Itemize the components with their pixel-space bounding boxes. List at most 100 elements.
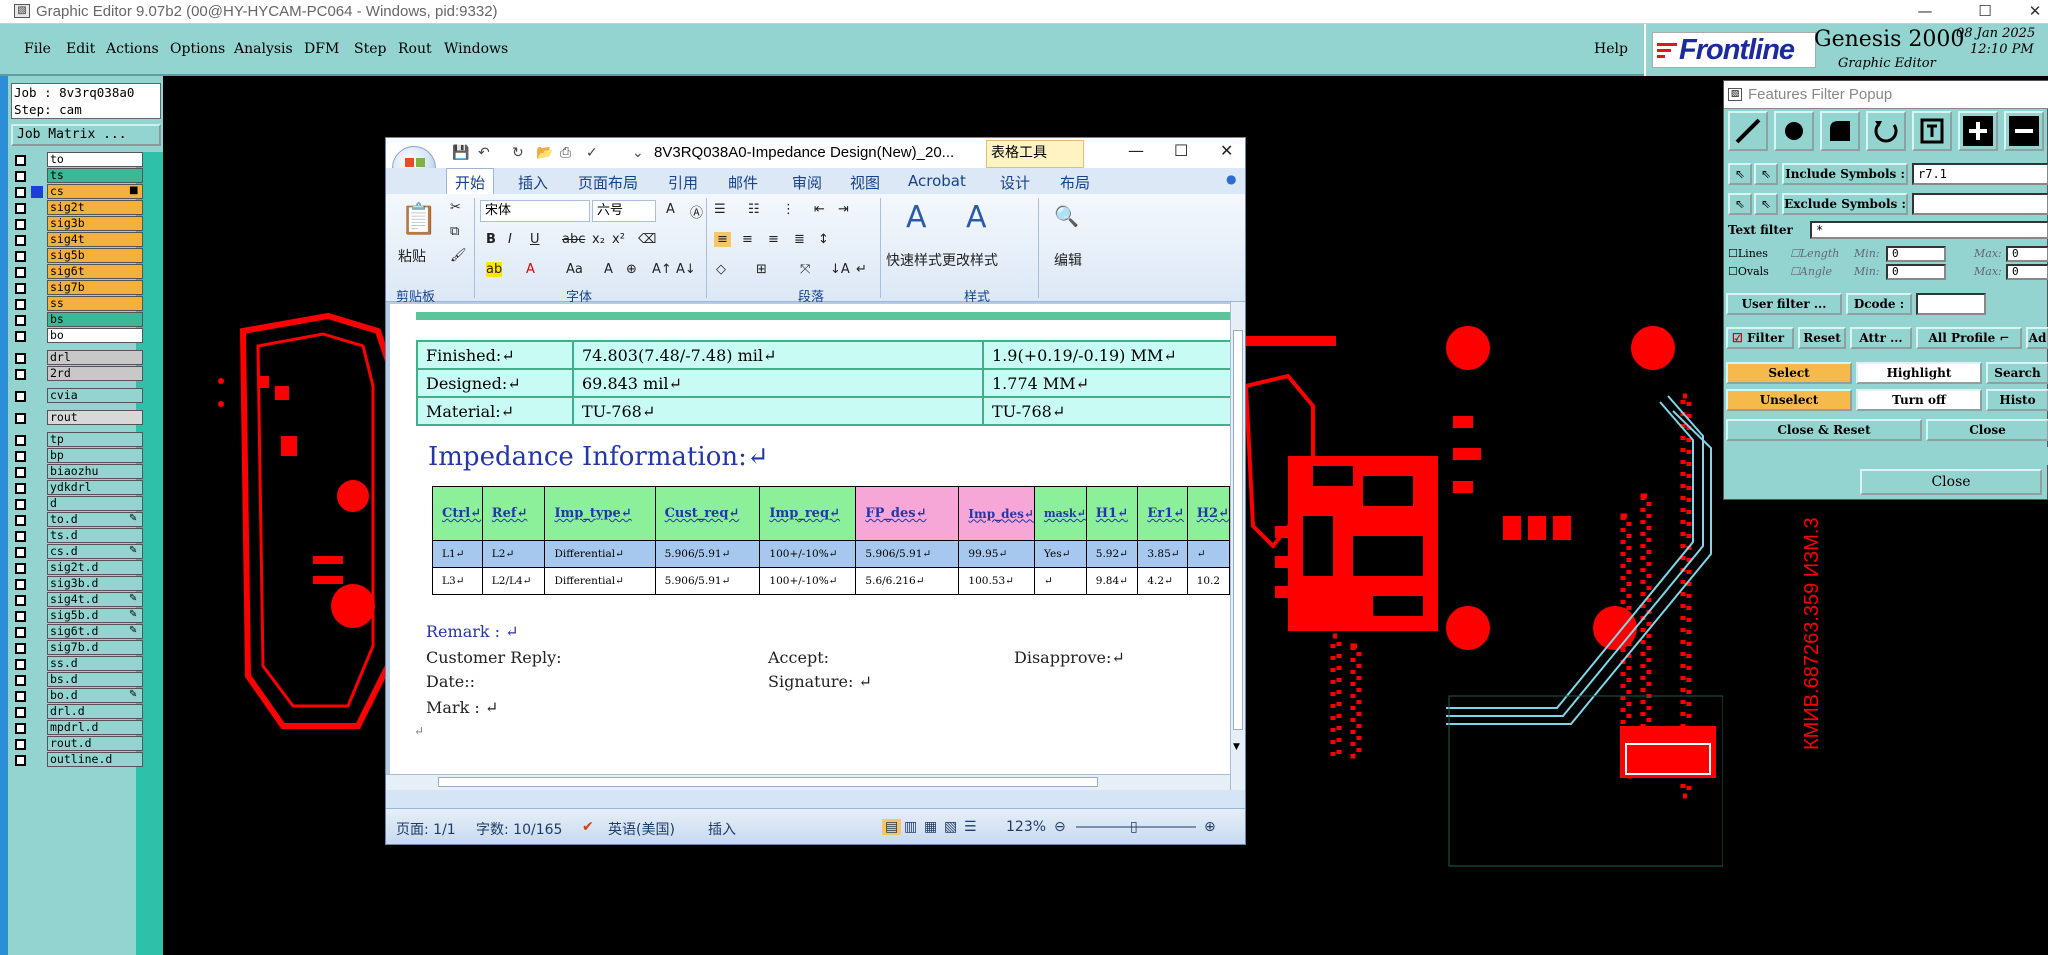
layer-row-sig5b.d[interactable]: sig5b.d ✎	[11, 608, 143, 624]
layer-checkbox[interactable]	[15, 483, 26, 494]
layer-row-cs[interactable]: cs ■	[11, 184, 143, 200]
arc-type-button[interactable]	[1866, 111, 1906, 151]
attr-button[interactable]: Attr ...	[1850, 327, 1912, 349]
layer-row-sig6t[interactable]: sig6t	[11, 264, 143, 280]
layer-name[interactable]: bs.d	[47, 672, 143, 687]
dcode-input[interactable]	[1916, 293, 1986, 315]
multilevel-list-icon[interactable]: ⋮	[782, 202, 795, 217]
zoom-in-icon[interactable]: ⊕	[1204, 819, 1216, 835]
layer-row-sig4t[interactable]: sig4t	[11, 232, 143, 248]
lines-checkbox[interactable]: ☐Lines	[1728, 247, 1768, 260]
surface-type-button[interactable]	[1820, 111, 1860, 151]
layer-checkbox[interactable]	[15, 563, 26, 574]
menu-help[interactable]: Help	[1594, 41, 1628, 57]
layer-row-sig7b.d[interactable]: sig7b.d	[11, 640, 143, 656]
exclude-pick-button[interactable]: ⇖	[1728, 193, 1752, 215]
layer-checkbox[interactable]	[15, 595, 26, 606]
show-marks-icon[interactable]: ↵	[856, 262, 867, 277]
help-icon[interactable]: ●	[1226, 172, 1236, 186]
spelling-icon[interactable]: ✓	[586, 145, 598, 161]
layer-row-ss.d[interactable]: ss.d	[11, 656, 143, 672]
layer-name[interactable]: rout.d	[47, 736, 143, 751]
close-button[interactable]: ✕	[2010, 0, 2048, 24]
angle-max-input[interactable]: 0	[2006, 264, 2048, 280]
align-center-button[interactable]: ≡	[742, 232, 753, 247]
layer-row-biaozhu[interactable]: biaozhu	[11, 464, 143, 480]
layer-checkbox[interactable]	[15, 755, 26, 766]
bold-button[interactable]: B	[486, 232, 496, 247]
layer-checkbox[interactable]	[15, 203, 26, 214]
menu-windows[interactable]: Windows	[444, 41, 508, 57]
layer-checkbox[interactable]	[15, 219, 26, 230]
layer-row-sig2t.d[interactable]: sig2t.d	[11, 560, 143, 576]
layer-row-rout.d[interactable]: rout.d	[11, 736, 143, 752]
layer-row-cs.d[interactable]: cs.d ✎	[11, 544, 143, 560]
superscript-button[interactable]: x²	[612, 232, 625, 247]
layer-checkbox[interactable]	[15, 413, 26, 424]
angle-checkbox[interactable]: ☐Angle	[1790, 265, 1832, 278]
increase-indent-icon[interactable]: ⇥	[838, 202, 849, 217]
layer-checkbox[interactable]	[15, 675, 26, 686]
layer-name[interactable]: ts	[47, 168, 143, 183]
line-type-button[interactable]	[1728, 111, 1768, 151]
layer-row-bs.d[interactable]: bs.d	[11, 672, 143, 688]
vertical-scrollbar[interactable]: ▼	[1230, 302, 1245, 790]
include-pick-button[interactable]: ⇖	[1728, 163, 1752, 185]
tab-view[interactable]: 视图	[850, 172, 880, 193]
layer-name[interactable]: biaozhu	[47, 464, 143, 479]
layer-checkbox[interactable]	[15, 267, 26, 278]
layer-checkbox[interactable]	[15, 627, 26, 638]
secondary-close-button[interactable]: Close	[1860, 469, 2042, 495]
reset-button[interactable]: Reset	[1798, 327, 1846, 349]
layer-name[interactable]: sig3b	[47, 216, 143, 231]
outline-view-icon[interactable]: ▧	[944, 819, 957, 835]
layer-row-ydkdrl[interactable]: ydkdrl	[11, 480, 143, 496]
tab-design[interactable]: 设计	[1000, 172, 1030, 193]
word-minimize-button[interactable]: —	[1128, 141, 1144, 160]
copy-icon[interactable]: ⧉	[450, 224, 459, 239]
tab-references[interactable]: 引用	[668, 172, 698, 193]
menu-rout[interactable]: Rout	[398, 41, 432, 57]
select-button[interactable]: Select	[1726, 362, 1852, 384]
add-button[interactable]	[1958, 111, 1998, 151]
scroll-thumb[interactable]	[1233, 330, 1243, 730]
font-name-select[interactable]: 宋体	[480, 200, 590, 222]
length-checkbox[interactable]: ☐Length	[1790, 247, 1839, 260]
draft-view-icon[interactable]: ☰	[964, 819, 977, 835]
layer-name[interactable]: ydkdrl	[47, 480, 143, 495]
minimize-button[interactable]: —	[1900, 0, 1950, 24]
align-left-button[interactable]: ≡	[714, 232, 731, 247]
dcode-label[interactable]: Dcode :	[1846, 293, 1912, 315]
layer-row-sig4t.d[interactable]: sig4t.d ✎	[11, 592, 143, 608]
layer-checkbox[interactable]	[15, 235, 26, 246]
enclose-char-icon[interactable]: ⊕	[626, 262, 637, 277]
layer-checkbox[interactable]	[15, 611, 26, 622]
layer-checkbox[interactable]	[15, 155, 26, 166]
language-indicator[interactable]: 英语(美国)	[608, 819, 675, 839]
layer-row-d[interactable]: d	[11, 496, 143, 512]
table-tools-tab[interactable]: 表格工具	[986, 140, 1084, 168]
popup-close-button[interactable]: Close	[1926, 419, 2048, 441]
layer-checkbox[interactable]	[15, 467, 26, 478]
proofing-icon[interactable]: ✔	[582, 819, 594, 835]
layer-row-tp[interactable]: tp	[11, 432, 143, 448]
user-filter-button[interactable]: User filter ...	[1726, 293, 1842, 315]
paste-icon[interactable]: 📋	[400, 202, 437, 237]
layer-row-mpdrl.d[interactable]: mpdrl.d	[11, 720, 143, 736]
layer-name[interactable]: drl	[47, 350, 143, 365]
remove-button[interactable]	[2004, 111, 2044, 151]
format-painter-icon[interactable]: 🖌	[450, 248, 467, 263]
layer-checkbox[interactable]	[15, 187, 26, 198]
find-icon[interactable]: 🔍	[1054, 204, 1079, 228]
layer-checkbox[interactable]	[15, 643, 26, 654]
layer-name[interactable]: to	[47, 152, 143, 167]
word-close-button[interactable]: ✕	[1220, 141, 1233, 160]
text-type-button[interactable]	[1912, 111, 1952, 151]
menu-file[interactable]: File	[24, 41, 51, 57]
layer-name[interactable]: ss.d	[47, 656, 143, 671]
tab-insert[interactable]: 插入	[518, 172, 548, 193]
layer-checkbox[interactable]	[15, 579, 26, 590]
table-row[interactable]: L1↵ L2↵ Differential↵ 5.906/5.91↵ 100+/-…	[432, 540, 1230, 568]
redo-icon[interactable]: ↻	[512, 145, 524, 161]
search-button[interactable]: Search	[1986, 362, 2048, 384]
